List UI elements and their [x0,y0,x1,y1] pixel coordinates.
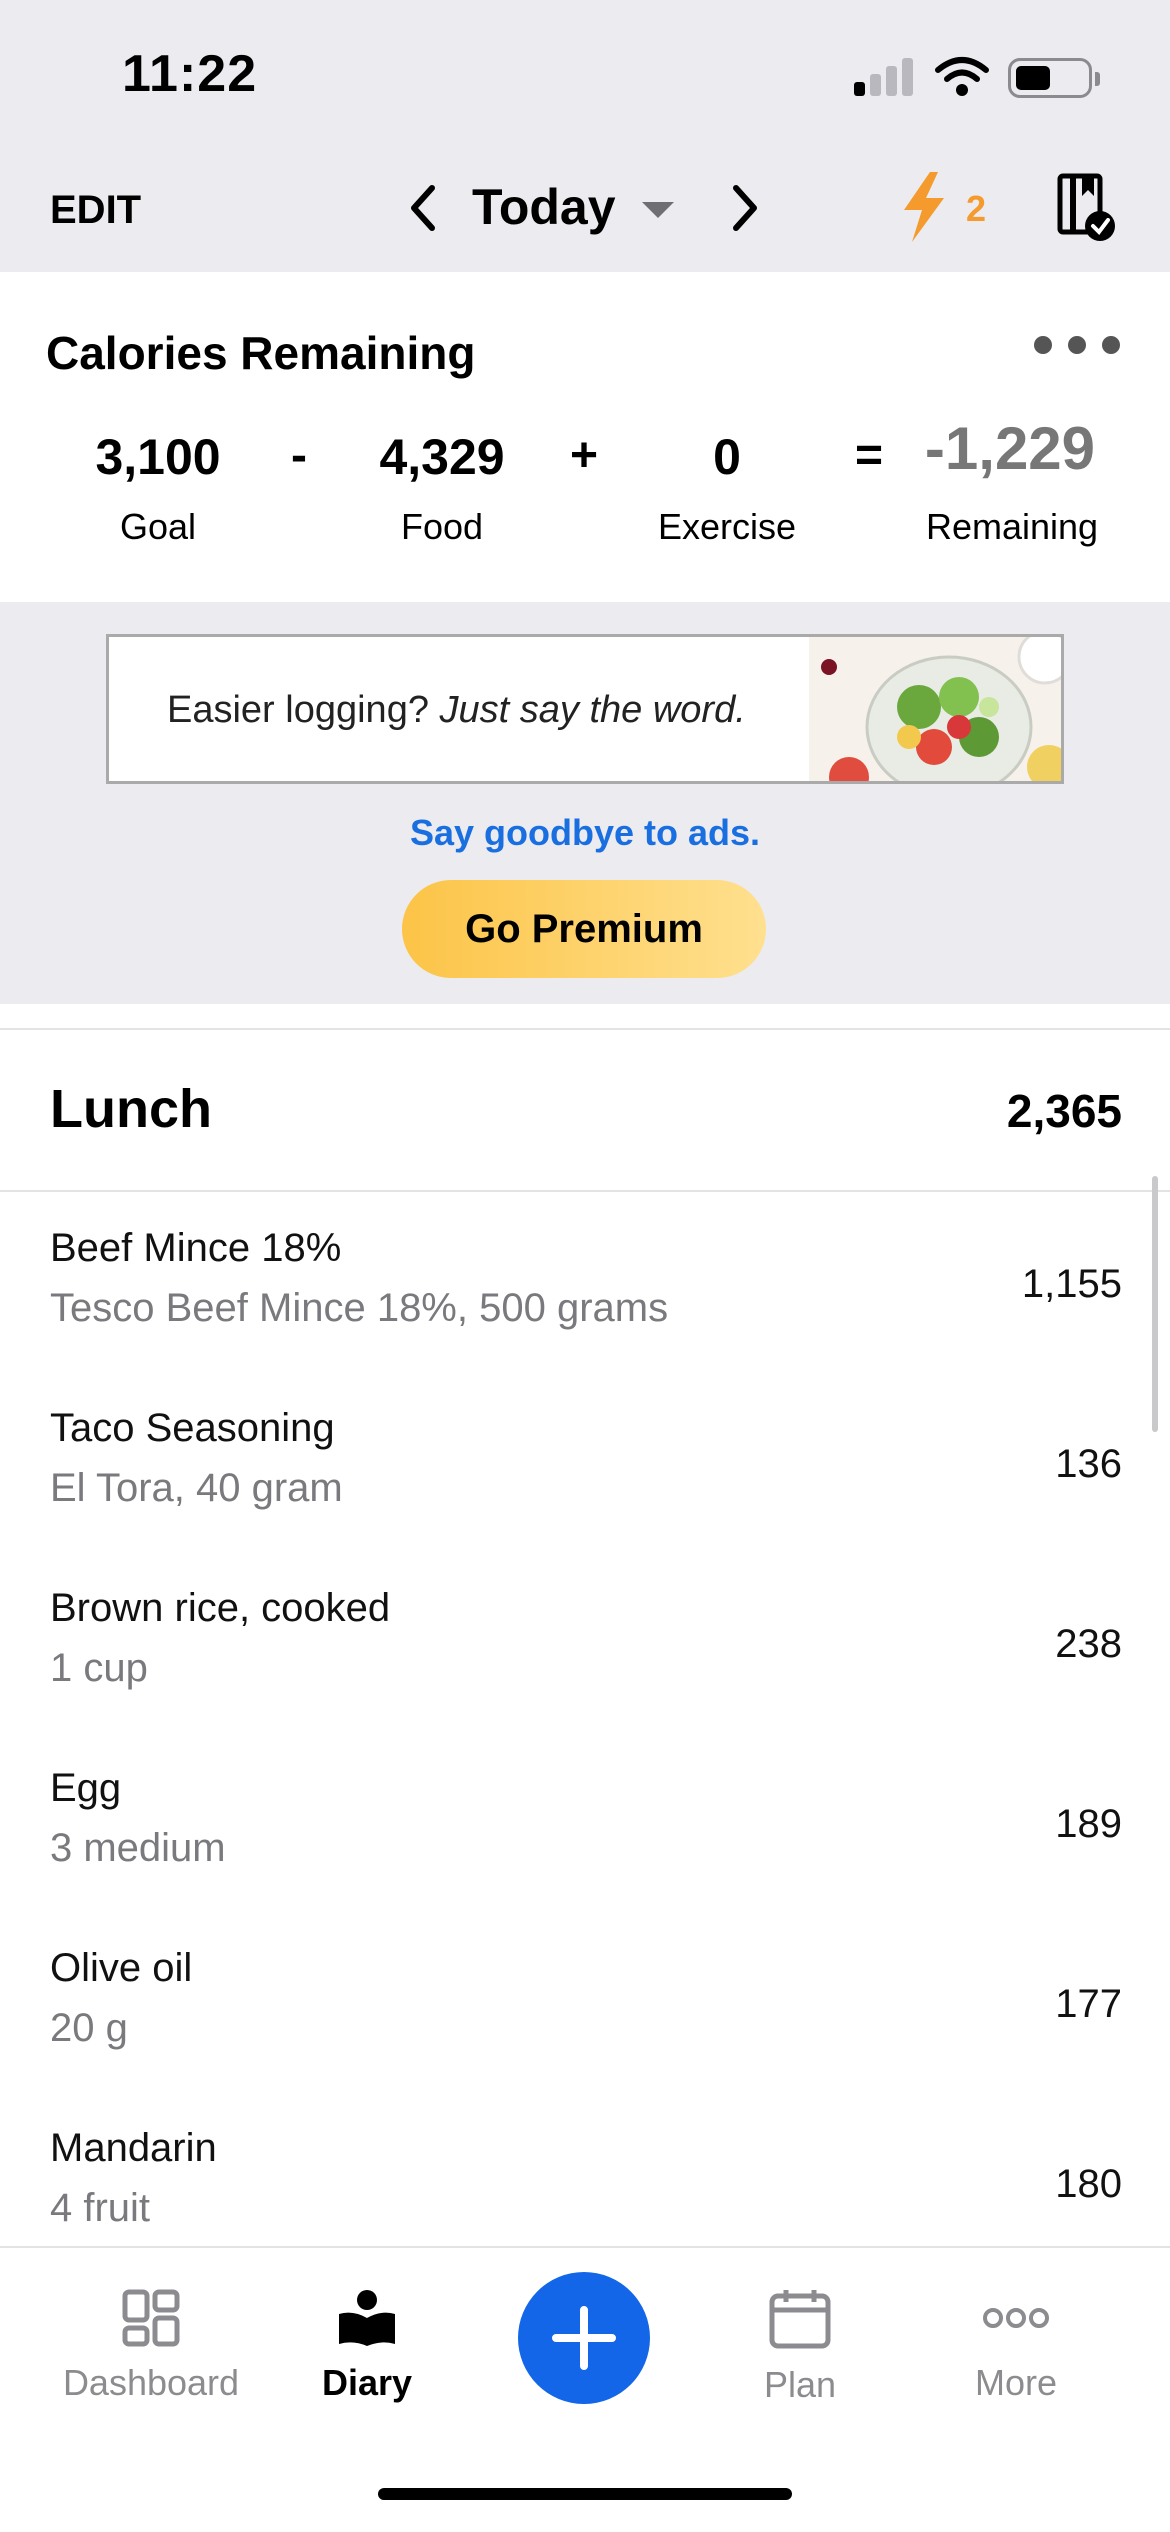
calendar-icon [769,2290,831,2349]
food-calories: 189 [1055,1802,1122,1846]
tab-dashboard-label: Dashboard [62,2362,240,2403]
lightning-streak-icon[interactable] [896,170,1006,244]
meal-total-calories: 2,365 [1006,1085,1122,1137]
exercise-value: 0 [713,429,741,485]
food-calories: 136 [1055,1442,1122,1486]
ad-text: Easier logging? Just say the word. [167,689,746,732]
ad-text-italic: Just say the word. [439,689,746,731]
scrollbar[interactable] [1152,1176,1158,1432]
more-dots-icon [983,2308,1049,2328]
date-selector[interactable]: Today [472,178,616,236]
food-detail: 3 medium [50,1826,226,1870]
next-day-chevron-icon[interactable] [720,178,772,238]
add-food-button[interactable] [518,2272,650,2404]
salad-bowl-image [809,637,1061,781]
status-time: 11:22 [122,45,258,103]
tab-dashboard[interactable]: Dashboard [41,2288,261,2404]
remove-ads-link[interactable]: Say goodbye to ads. [0,812,1170,854]
plus-icon [552,2306,616,2370]
exercise-label: Exercise [657,506,797,547]
equals-operator: = [854,429,884,482]
top-bar: 11:22 EDIT Today 2 [0,0,1170,272]
dashboard-grid-icon [122,2289,180,2347]
caret-down-icon[interactable] [640,198,676,222]
food-name: Brown rice, cooked [50,1586,391,1630]
remaining-value: -1,229 [924,415,1096,482]
goal-label: Goal [119,506,197,547]
tab-more-label: More [974,2362,1058,2403]
wifi-icon [935,57,989,96]
food-detail: Tesco Beef Mince 18%, 500 grams [50,1286,669,1330]
food-row[interactable]: Egg 3 medium 189 [0,1766,1170,1946]
edit-button[interactable]: EDIT [50,188,141,233]
food-row[interactable]: Taco Seasoning El Tora, 40 gram 136 [0,1406,1170,1586]
streak-count: 2 [966,188,987,229]
food-row[interactable]: Olive oil 20 g 177 [0,1946,1170,2126]
goal-value: 3,100 [95,429,221,485]
battery-icon [1008,58,1100,98]
food-row[interactable]: Beef Mince 18% Tesco Beef Mince 18%, 500… [0,1226,1170,1406]
remaining-label: Remaining [925,506,1099,547]
food-detail: 1 cup [50,1646,148,1690]
diary-complete-icon[interactable] [1054,172,1118,244]
food-value: 4,329 [379,429,505,485]
food-name: Egg [50,1766,122,1810]
food-calories: 1,155 [1021,1262,1122,1306]
food-name: Olive oil [50,1946,193,1990]
ad-area: Easier logging? Just say the word. Say g… [0,602,1170,1004]
food-detail: 20 g [50,2006,128,2050]
cellular-signal-icon [854,58,914,96]
tab-diary[interactable]: Diary [257,2288,477,2404]
food-name: Beef Mince 18% [50,1226,342,1270]
ad-banner[interactable]: Easier logging? Just say the word. [106,634,1064,784]
calories-remaining-title: Calories Remaining [46,327,476,379]
home-indicator [378,2488,792,2500]
tab-plan[interactable]: Plan [690,2288,910,2406]
food-calories: 177 [1055,1982,1122,2026]
previous-day-chevron-icon[interactable] [396,178,448,238]
tab-diary-label: Diary [321,2362,413,2403]
go-premium-button[interactable]: Go Premium [402,880,766,978]
section-divider [0,1028,1170,1030]
food-calories: 238 [1055,1622,1122,1666]
plus-operator: + [569,429,599,482]
food-label: Food [400,506,484,547]
food-name: Taco Seasoning [50,1406,335,1450]
food-row[interactable]: Brown rice, cooked 1 cup 238 [0,1586,1170,1766]
calories-remaining-card: Calories Remaining 3,100 Goal - 4,329 Fo… [0,272,1170,602]
meal-header-divider [0,1190,1170,1192]
tab-more[interactable]: More [906,2288,1126,2404]
more-options-icon[interactable] [1034,334,1120,356]
meal-title[interactable]: Lunch [50,1078,212,1140]
ad-text-plain: Easier logging? [167,689,440,731]
food-detail: El Tora, 40 gram [50,1466,343,1510]
food-calories: 180 [1055,2162,1122,2206]
food-detail: 4 fruit [50,2186,151,2230]
minus-operator: - [291,429,307,482]
tab-plan-label: Plan [763,2364,837,2405]
diary-book-icon [339,2290,395,2346]
food-name: Mandarin [50,2126,217,2170]
